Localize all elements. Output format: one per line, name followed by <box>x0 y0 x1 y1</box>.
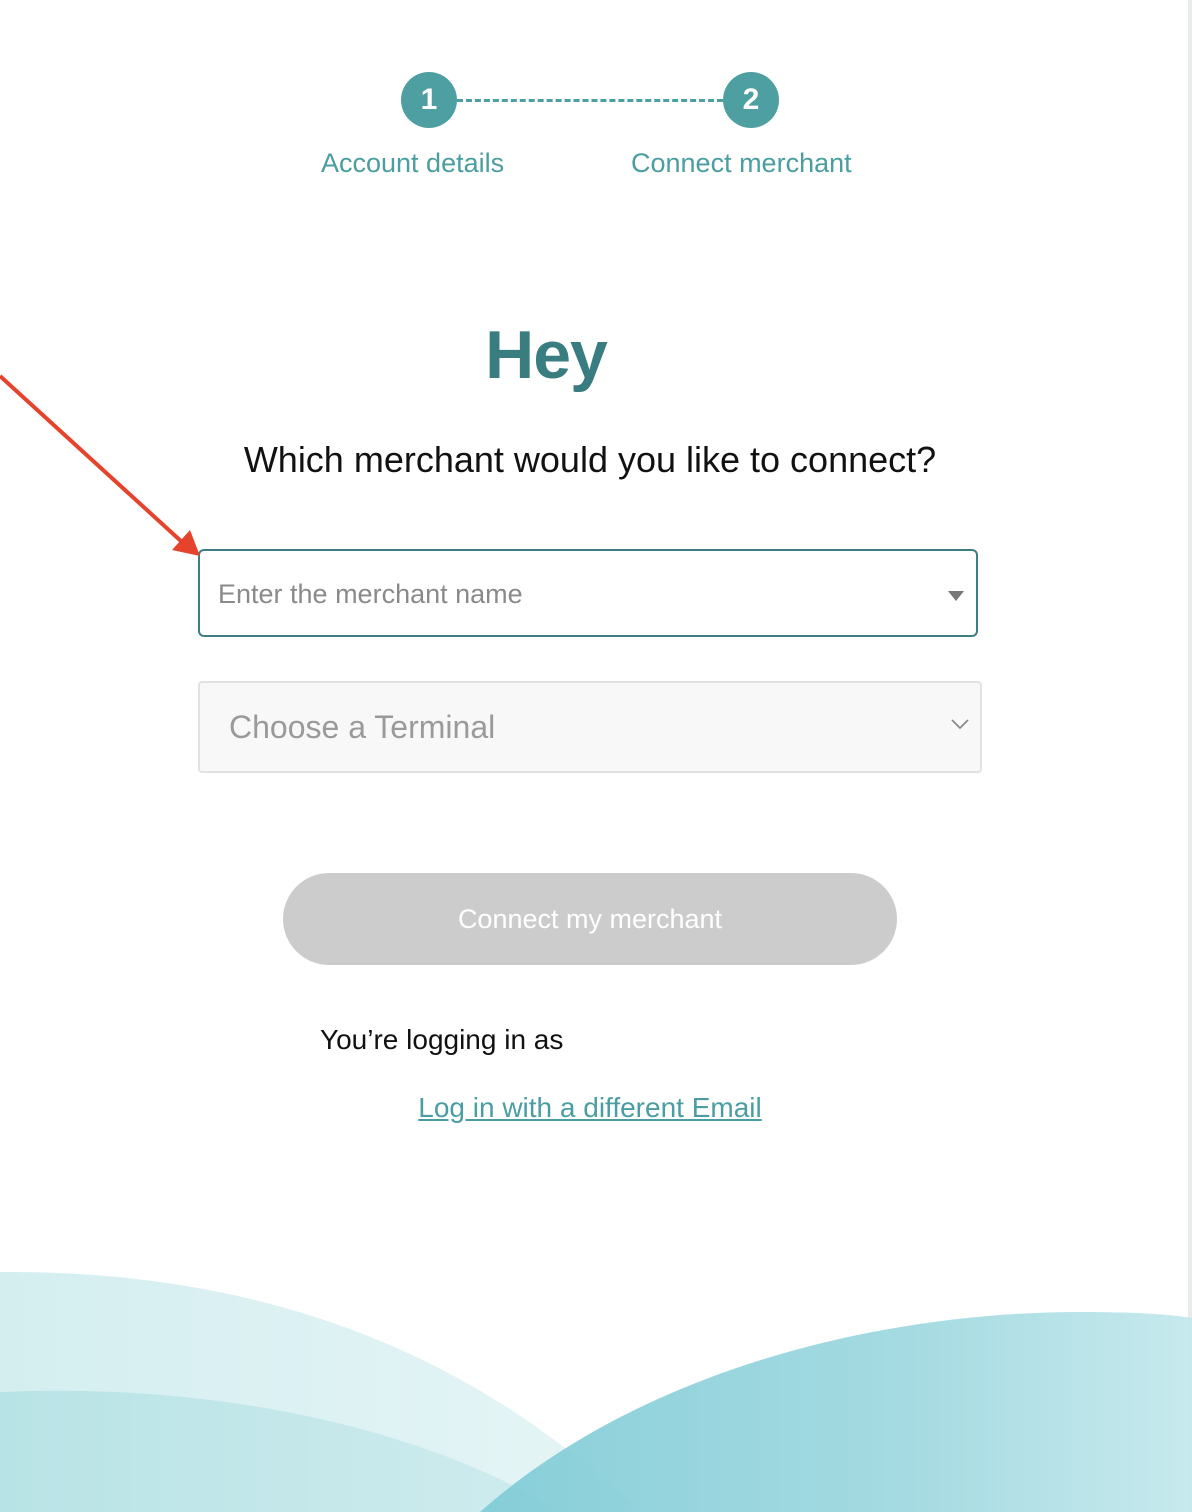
redacted-email <box>595 1018 815 1038</box>
chevron-down-icon <box>951 719 969 730</box>
terminal-select[interactable]: Choose a Terminal <box>198 681 982 773</box>
terminal-select-value: Choose a Terminal <box>229 709 496 745</box>
step-2-label: Connect merchant <box>631 148 852 178</box>
merchant-combobox[interactable] <box>198 549 978 637</box>
step-1-indicator: 1 <box>401 72 457 128</box>
step-1-label: Account details <box>321 148 505 178</box>
step-connector <box>457 99 723 102</box>
step-2-indicator: 2 <box>723 72 779 128</box>
annotation-arrow-icon <box>0 374 200 556</box>
different-email-link[interactable]: Log in with a different Email <box>0 1092 1180 1124</box>
connect-merchant-button[interactable]: Connect my merchant <box>283 873 897 965</box>
logging-in-as-label: You’re logging in as <box>320 1024 564 1055</box>
merchant-name-input[interactable] <box>216 551 920 637</box>
caret-down-icon[interactable] <box>948 591 964 601</box>
decorative-waves <box>0 1271 1192 1512</box>
